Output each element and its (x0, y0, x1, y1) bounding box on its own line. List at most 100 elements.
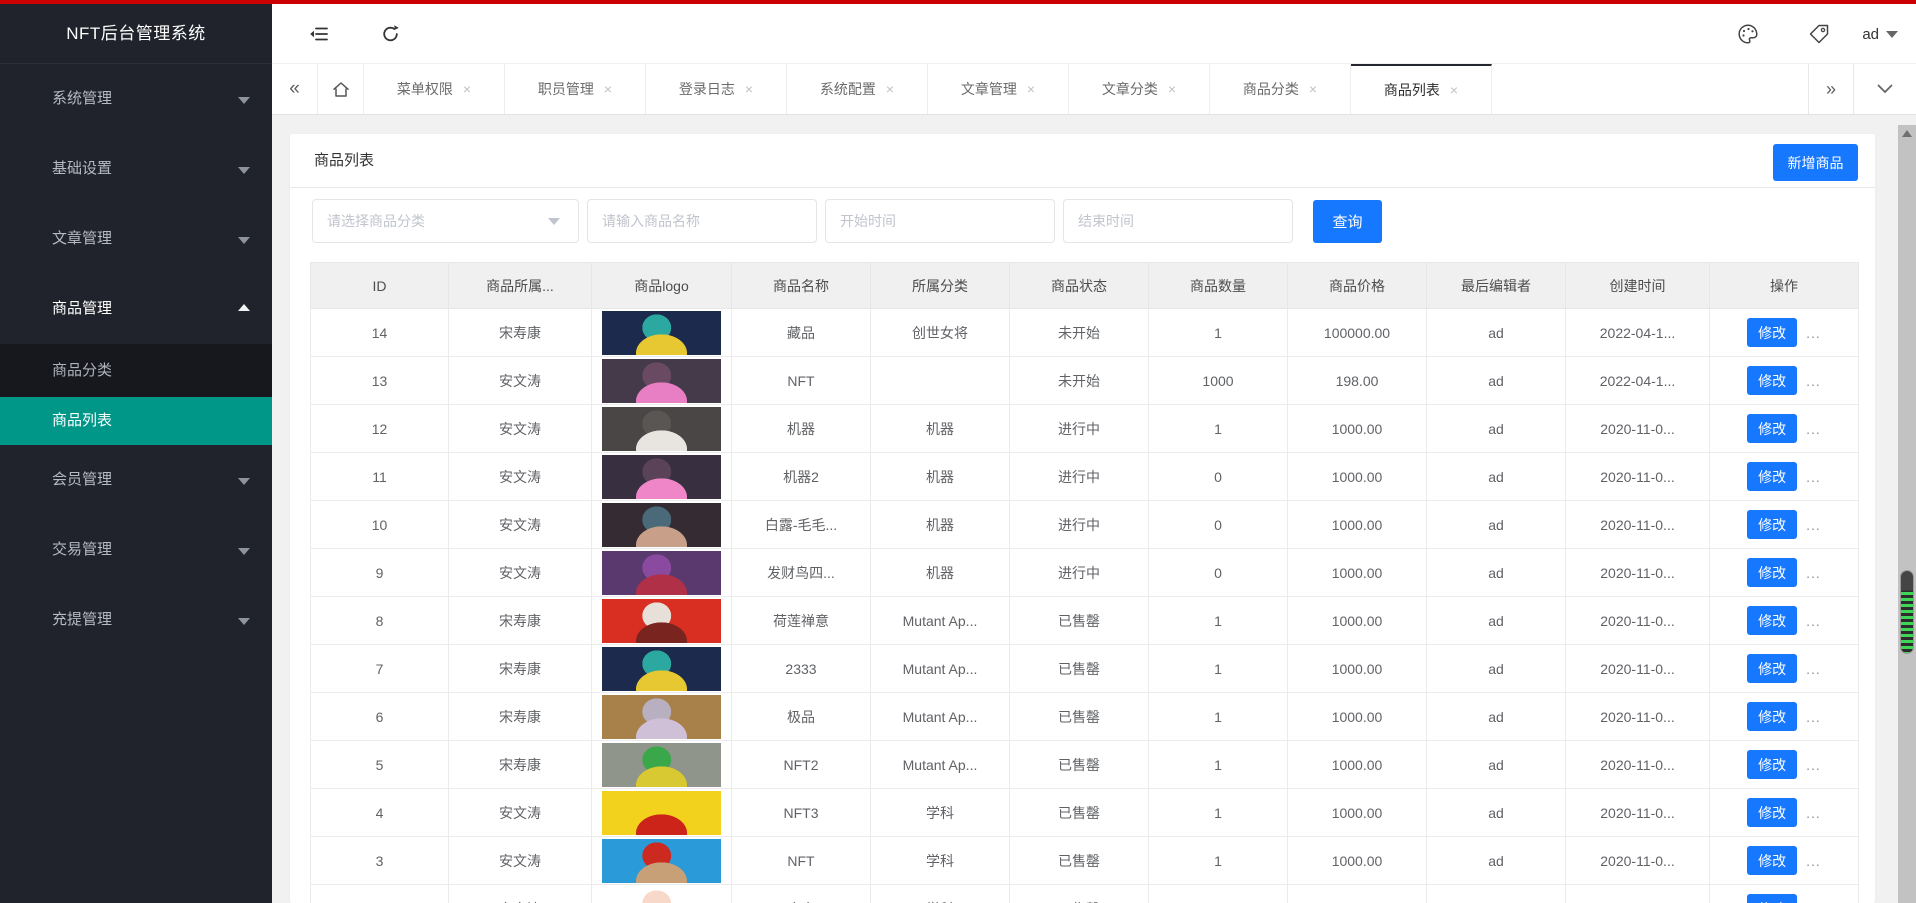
tab[interactable]: 登录日志 × (646, 64, 787, 114)
product-list-card: 商品列表 新增商品 请选择商品分类 查询 ID商品所属...商品logo商品名称… (290, 134, 1875, 903)
edit-button[interactable]: 修改 (1747, 702, 1798, 731)
product-logo (602, 406, 721, 451)
cell-logo (591, 596, 732, 645)
cell-name: 极品 (731, 692, 871, 741)
app-title: NFT后台管理系统 (0, 4, 272, 64)
cell-qty: 1 (1148, 404, 1288, 453)
edit-button[interactable]: 修改 (1747, 798, 1798, 827)
table-body: 14 宋寿康 藏品 创世女将 未开始 1 100000.00 ad 2022-04-1... 修改… (310, 308, 1859, 903)
close-icon[interactable]: × (1450, 82, 1458, 98)
edit-button[interactable]: 修改 (1747, 750, 1798, 779)
sidebar-item[interactable]: 系统管理 (0, 64, 272, 134)
tab[interactable]: 商品列表 × (1351, 64, 1492, 114)
more-actions[interactable]: ... (1806, 325, 1821, 341)
more-actions[interactable]: ... (1806, 613, 1821, 629)
close-icon[interactable]: × (886, 81, 894, 97)
edit-button[interactable]: 修改 (1747, 414, 1798, 443)
column-header: 最后编辑者 (1426, 262, 1566, 309)
sidebar-item[interactable]: 基础设置 (0, 134, 272, 204)
more-actions[interactable]: ... (1806, 517, 1821, 533)
cell-actions: 修改... (1709, 836, 1859, 885)
edit-button[interactable]: 修改 (1747, 654, 1798, 683)
start-time-input[interactable] (825, 199, 1055, 243)
more-actions[interactable]: ... (1806, 853, 1821, 869)
edit-button[interactable]: 修改 (1747, 558, 1798, 587)
tab[interactable]: 系统配置 × (787, 64, 928, 114)
cell-id: 4 (310, 788, 449, 837)
user-menu[interactable]: ad (1862, 4, 1898, 64)
sidebar-submenu: 商品分类 商品列表 (0, 344, 272, 445)
close-icon[interactable]: × (1027, 81, 1035, 97)
cell-editor: ad (1426, 356, 1566, 405)
sidebar-item[interactable]: 商品管理 (0, 274, 272, 344)
edit-button[interactable]: 修改 (1747, 462, 1798, 491)
close-icon[interactable]: × (745, 81, 753, 97)
page-scrollbar[interactable] (1898, 125, 1916, 903)
close-icon[interactable]: × (1168, 81, 1176, 97)
cell-qty: 1 (1148, 644, 1288, 693)
sidebar-item[interactable]: 交易管理 (0, 515, 272, 585)
collapse-sidebar-icon[interactable] (309, 25, 329, 43)
tab[interactable]: 职员管理 × (505, 64, 646, 114)
chevron-down-icon (1886, 30, 1898, 38)
refresh-icon[interactable] (381, 24, 400, 43)
cell-status: 已售罄 (1009, 836, 1149, 885)
chevron-down-icon (238, 237, 250, 244)
close-icon[interactable]: × (1309, 81, 1317, 97)
cell-category: Mutant Ap... (870, 596, 1010, 645)
scrollbar-up-arrow-icon[interactable] (1902, 130, 1912, 137)
add-product-button[interactable]: 新增商品 (1773, 144, 1858, 181)
more-actions[interactable]: ... (1806, 805, 1821, 821)
edit-button[interactable]: 修改 (1747, 318, 1798, 347)
sidebar-item[interactable]: 充提管理 (0, 585, 272, 655)
chevron-up-icon (238, 304, 250, 311)
sidebar-subitem[interactable]: 商品列表 (0, 397, 272, 445)
top-header: ad (272, 4, 1916, 64)
tabs-scroll-right-button[interactable]: » (1808, 64, 1853, 114)
cell-actions: 修改... (1709, 404, 1859, 453)
more-actions[interactable]: ... (1806, 373, 1821, 389)
tabs-dropdown-button[interactable] (1853, 64, 1916, 114)
tag-icon[interactable] (1808, 23, 1830, 45)
cell-logo (591, 692, 732, 741)
close-icon[interactable]: × (604, 81, 612, 97)
tab[interactable]: 商品分类 × (1210, 64, 1351, 114)
cell-actions: 修改... (1709, 884, 1859, 903)
tab[interactable]: 菜单权限 × (364, 64, 505, 114)
cell-id: 10 (310, 500, 449, 549)
tab-label: 登录日志 (678, 81, 735, 97)
cell-logo (591, 548, 732, 597)
column-header: 商品状态 (1009, 262, 1149, 309)
more-actions[interactable]: ... (1806, 661, 1821, 677)
end-time-input[interactable] (1063, 199, 1293, 243)
top-accent-strip (0, 0, 1916, 4)
more-actions[interactable]: ... (1806, 469, 1821, 485)
close-icon[interactable]: × (463, 81, 471, 97)
cell-created: 2020-11-0... (1565, 548, 1710, 597)
scrollbar-thumb[interactable] (1900, 570, 1914, 654)
sidebar-item[interactable]: 文章管理 (0, 204, 272, 274)
tab[interactable]: 文章分类 × (1069, 64, 1210, 114)
edit-button[interactable]: 修改 (1747, 366, 1798, 395)
sidebar-subitem[interactable]: 商品分类 (0, 344, 272, 397)
edit-button[interactable]: 修改 (1747, 510, 1798, 539)
product-name-input[interactable] (587, 199, 817, 243)
palette-icon[interactable] (1737, 23, 1759, 45)
more-actions[interactable]: ... (1806, 565, 1821, 581)
edit-button[interactable]: 修改 (1747, 894, 1798, 903)
tabs-scroll-left-button[interactable]: « (272, 64, 318, 114)
tab[interactable]: 文章管理 × (928, 64, 1069, 114)
edit-button[interactable]: 修改 (1747, 846, 1798, 875)
home-tab[interactable] (318, 64, 364, 114)
more-actions[interactable]: ... (1806, 421, 1821, 437)
product-logo (602, 838, 721, 883)
more-actions[interactable]: ... (1806, 757, 1821, 773)
tab-label: 系统配置 (819, 81, 876, 97)
tab-label: 商品分类 (1242, 81, 1299, 97)
sidebar-item[interactable]: 会员管理 (0, 445, 272, 515)
cell-id: 7 (310, 644, 449, 693)
search-button[interactable]: 查询 (1313, 200, 1382, 243)
category-select[interactable]: 请选择商品分类 (312, 199, 579, 243)
edit-button[interactable]: 修改 (1747, 606, 1798, 635)
more-actions[interactable]: ... (1806, 709, 1821, 725)
